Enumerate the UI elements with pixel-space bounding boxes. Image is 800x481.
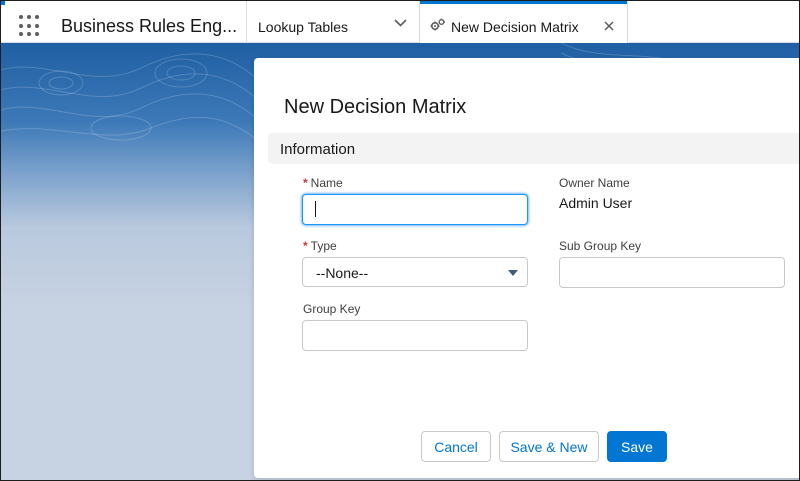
tab-new-decision-matrix[interactable]: New Decision Matrix xyxy=(420,1,627,43)
owner-name-field-label: Owner Name xyxy=(559,176,630,190)
name-field-label: * Name xyxy=(303,176,343,190)
app-window: Business Rules Eng... Lookup Tables New … xyxy=(0,0,800,481)
sub-group-key-input[interactable] xyxy=(559,257,785,288)
required-marker: * xyxy=(303,239,308,253)
save-and-new-button[interactable]: Save & New xyxy=(499,431,599,462)
new-record-modal: New Decision Matrix Information * Name * T… xyxy=(254,58,799,478)
name-input[interactable] xyxy=(302,194,528,225)
modal-title: New Decision Matrix xyxy=(284,96,467,118)
type-select[interactable]: --None-- xyxy=(302,257,528,287)
tab-menu-button[interactable] xyxy=(383,1,419,43)
save-button[interactable]: Save xyxy=(607,431,667,462)
waffle-grid-icon[interactable] xyxy=(19,15,41,37)
group-key-field-label: Group Key xyxy=(303,302,360,316)
nav-accent xyxy=(1,1,5,5)
tab-lookup-tables[interactable]: Lookup Tables xyxy=(247,1,383,43)
label-text: Name xyxy=(310,176,343,190)
chevron-down-icon xyxy=(394,19,407,27)
tab-label: New Decision Matrix xyxy=(451,19,579,35)
cancel-button[interactable]: Cancel xyxy=(421,431,491,462)
required-marker: * xyxy=(303,176,308,190)
section-header-information[interactable]: Information xyxy=(268,133,799,164)
label-text: Owner Name xyxy=(559,176,630,190)
caret-down-icon xyxy=(508,270,518,276)
global-nav-bar: Business Rules Eng... Lookup Tables New … xyxy=(1,1,799,43)
close-icon[interactable] xyxy=(604,21,614,31)
owner-name-value: Admin User xyxy=(559,195,633,211)
sub-group-key-field-label: Sub Group Key xyxy=(559,239,641,253)
tab-label: Lookup Tables xyxy=(258,19,349,35)
section-title: Information xyxy=(280,141,356,158)
nav-divider xyxy=(627,1,628,43)
type-field-label: * Type xyxy=(303,239,337,253)
text-cursor xyxy=(315,201,316,217)
type-select-value: --None-- xyxy=(316,265,369,281)
label-text: Type xyxy=(310,239,337,253)
label-text: Sub Group Key xyxy=(559,239,642,253)
group-key-input[interactable] xyxy=(302,320,528,351)
app-name: Business Rules Eng... xyxy=(61,16,238,36)
gears-icon xyxy=(430,18,445,31)
label-text: Group Key xyxy=(303,302,361,316)
